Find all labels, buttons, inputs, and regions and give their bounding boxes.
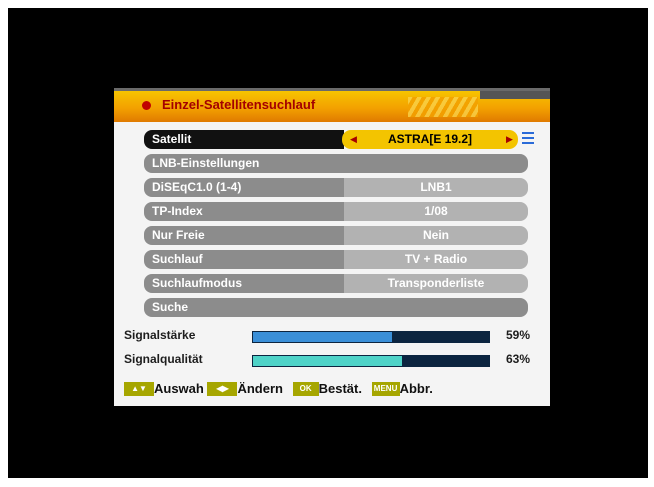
- arrow-left-icon[interactable]: ◀: [350, 134, 357, 145]
- menu-row-label: Nur Freie: [144, 226, 344, 245]
- menu-row-suchlaufmodus[interactable]: Suchlaufmodus Transponderliste: [144, 274, 528, 293]
- footer-hints: ▲▼ Auswah ◀▶ Ändern OK Bestät. MENU Abbr.: [124, 380, 544, 398]
- menu-row-suche[interactable]: Suche: [144, 298, 528, 317]
- menu-row-nur-freie[interactable]: Nur Freie Nein: [144, 226, 528, 245]
- up-down-key-icon: ▲▼: [124, 381, 154, 396]
- signal-quality-value: 63%: [506, 352, 531, 366]
- footer-select: Auswah: [154, 381, 204, 397]
- menu-row-tp-index[interactable]: TP-Index 1/08: [144, 202, 528, 221]
- signal-strength-label: Signalstärke: [124, 328, 196, 342]
- menu-row-value[interactable]: LNB1: [344, 178, 528, 197]
- menu-row-diseqc[interactable]: DiSEqC1.0 (1-4) LNB1: [144, 178, 528, 197]
- menu-header: Einzel-Satellitensuchlauf: [114, 88, 550, 122]
- signal-strength-value: 59%: [506, 328, 531, 342]
- list-icon[interactable]: [522, 132, 534, 146]
- menu-row-label: Satellit: [144, 130, 344, 149]
- signal-quality-label: Signalqualität: [124, 352, 203, 366]
- menu-row-value[interactable]: Transponderliste: [344, 274, 528, 293]
- page-title: Einzel-Satellitensuchlauf: [162, 97, 316, 112]
- tv-screen: Einzel-Satellitensuchlauf Satellit ASTRA…: [8, 8, 648, 478]
- ok-key-icon: OK: [292, 381, 319, 396]
- menu-row-value[interactable]: ASTRA[E 19.2]: [342, 130, 518, 149]
- footer-cancel: Abbr.: [399, 381, 433, 397]
- signal-quality-bar: [252, 355, 490, 367]
- menu-row-value[interactable]: Nein: [344, 226, 528, 245]
- signal-quality: Signalqualität 63%: [124, 352, 544, 368]
- menu-panel: Einzel-Satellitensuchlauf Satellit ASTRA…: [114, 88, 550, 406]
- menu-key-icon: MENU: [371, 381, 400, 396]
- header-stripes-decoration: [408, 97, 478, 117]
- red-dot-icon: [142, 101, 151, 110]
- menu-row-lnb-einstellungen[interactable]: LNB-Einstellungen: [144, 154, 528, 173]
- header-dark-bar: [480, 91, 550, 99]
- menu-row-satellit[interactable]: Satellit ASTRA[E 19.2] ◀ ▶: [144, 130, 534, 149]
- menu-row-label: TP-Index: [144, 202, 344, 221]
- arrow-right-icon[interactable]: ▶: [506, 134, 513, 145]
- menu-row-label: Suchlaufmodus: [144, 274, 344, 293]
- left-right-key-icon: ◀▶: [207, 381, 238, 396]
- signal-quality-fill: [253, 356, 402, 366]
- menu-row-label: LNB-Einstellungen: [144, 154, 528, 173]
- menu-row-value[interactable]: 1/08: [344, 202, 528, 221]
- signal-strength-fill: [253, 332, 393, 342]
- footer-confirm: Bestät.: [318, 381, 362, 397]
- signal-strength-bar: [252, 331, 490, 343]
- menu-row-value[interactable]: TV + Radio: [344, 250, 528, 269]
- menu-row-label: Suche: [144, 298, 528, 317]
- menu-row-suchlauf[interactable]: Suchlauf TV + Radio: [144, 250, 528, 269]
- menu-row-label: DiSEqC1.0 (1-4): [144, 178, 344, 197]
- signal-strength: Signalstärke 59%: [124, 328, 544, 344]
- footer-change: Ändern: [237, 381, 283, 397]
- menu-row-label: Suchlauf: [144, 250, 344, 269]
